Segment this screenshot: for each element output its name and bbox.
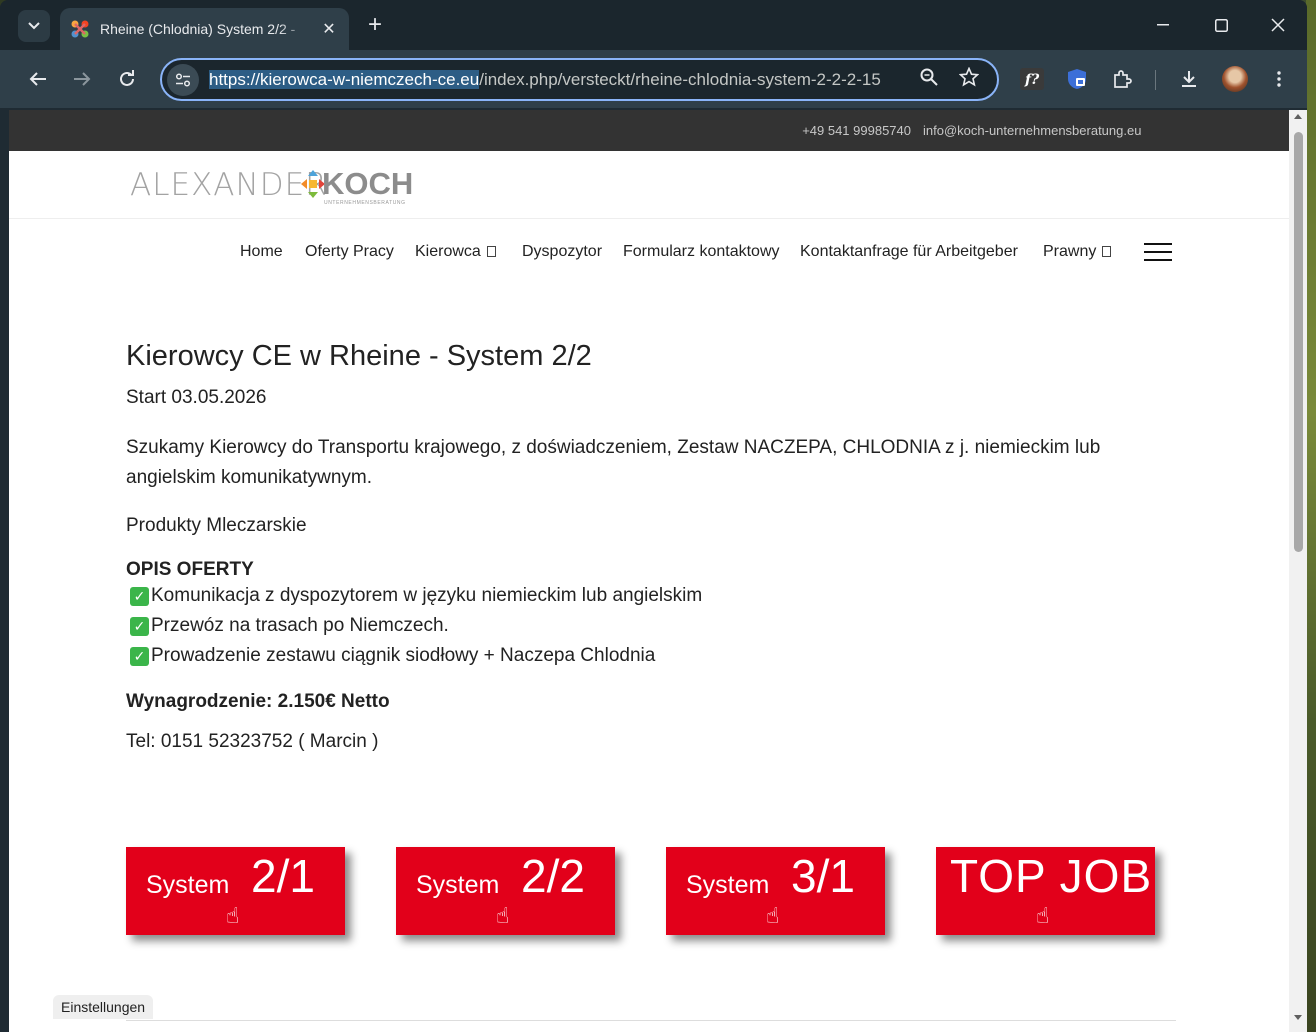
nav-item-dyspozytor[interactable]: Dyspozytor bbox=[522, 243, 602, 261]
offer-item-text: Prowadzenie zestawu ciągnik siodłowy + N… bbox=[151, 645, 656, 666]
zoom-icon[interactable] bbox=[909, 68, 949, 91]
logo-subtitle: UNTERNEHMENSBERATUNG bbox=[324, 200, 406, 206]
close-window-button[interactable] bbox=[1255, 10, 1301, 40]
check-mark-icon: ✓ bbox=[130, 646, 149, 666]
contact-phone: Tel: 0151 52323752 ( Marcin ) bbox=[126, 731, 379, 752]
offer-heading: OPIS OFERTY bbox=[126, 559, 254, 580]
topbar-email[interactable]: info@koch-unternehmensberatung.eu bbox=[923, 123, 1141, 138]
job-system-links: System 2/1 ☝ System 2/2 ☝ System 3/1 ☝ T… bbox=[126, 847, 1176, 952]
desktop-background-right bbox=[1306, 0, 1316, 1032]
tab-close-icon[interactable]: ✕ bbox=[319, 19, 339, 39]
joomla-favicon-icon bbox=[70, 19, 90, 39]
hamburger-menu-icon[interactable] bbox=[1144, 243, 1172, 261]
nav-item-formularz[interactable]: Formularz kontaktowy bbox=[623, 243, 780, 261]
footer-divider bbox=[126, 1020, 1176, 1021]
nav-item-prawny-label: Prawny bbox=[1043, 243, 1097, 260]
browser-toolbar: https://kierowca-w-niemczech-ce.eu/index… bbox=[0, 50, 1307, 108]
card-big-label: 2/1 bbox=[251, 850, 315, 902]
nav-item-prawny[interactable]: Prawny bbox=[1043, 243, 1112, 261]
nav-item-kierowca[interactable]: Kierowca bbox=[415, 243, 496, 261]
salary-text: Wynagrodzenie: 2.150€ Netto bbox=[126, 691, 390, 712]
pointing-hand-icon: ☝ bbox=[226, 903, 240, 928]
page-scrollbar[interactable] bbox=[1289, 110, 1307, 1032]
forward-button[interactable] bbox=[66, 63, 98, 95]
logo-text-left: ALEXANDER bbox=[130, 167, 328, 203]
back-button[interactable] bbox=[22, 63, 54, 95]
site-topbar: +49 541 99985740 info@koch-unternehmensb… bbox=[9, 110, 1289, 151]
address-bar[interactable]: https://kierowca-w-niemczech-ce.eu/index… bbox=[160, 58, 999, 101]
offer-list-item: ✓ Prowadzenie zestawu ciągnik siodłowy + … bbox=[126, 641, 1176, 671]
minimize-icon bbox=[1157, 24, 1169, 26]
arrow-left-icon bbox=[29, 72, 46, 86]
card-small-label: System bbox=[416, 871, 500, 899]
topbar-phone[interactable]: +49 541 99985740 bbox=[802, 123, 911, 138]
svg-text:f?: f? bbox=[1024, 72, 1040, 88]
system-3-1-card[interactable]: System 3/1 ☝ bbox=[666, 847, 902, 951]
font-extension-icon[interactable]: f? bbox=[1018, 65, 1046, 93]
card-small-label: System bbox=[686, 871, 770, 899]
scroll-thumb[interactable] bbox=[1294, 132, 1303, 552]
nav-item-kierowca-label: Kierowca bbox=[415, 243, 481, 260]
new-tab-button[interactable]: + bbox=[362, 10, 388, 40]
url-domain: https://kierowca-w-niemczech-ce.eu bbox=[209, 69, 480, 89]
system-2-2-card[interactable]: System 2/2 ☝ bbox=[396, 847, 632, 951]
tab-title: Rheine (Chlodnia) System 2/2 - bbox=[100, 21, 296, 37]
offer-list-item: ✓ Komunikacja z dyspozytorem w języku nie… bbox=[126, 581, 1176, 611]
pointing-hand-icon: ☝ bbox=[766, 903, 780, 928]
extensions-puzzle-icon[interactable] bbox=[1108, 65, 1136, 93]
card-big-label: 3/1 bbox=[791, 850, 855, 902]
nav-item-home[interactable]: Home bbox=[240, 243, 283, 261]
top-job-card[interactable]: TOP JOB ☝ bbox=[936, 847, 1172, 951]
nav-item-oferty-pracy[interactable]: Oferty Pracy bbox=[305, 243, 394, 261]
url-path: /index.php/versteckt/rheine-chlodnia-sys… bbox=[479, 69, 881, 89]
start-date: Start 03.05.2026 bbox=[126, 387, 267, 408]
check-mark-icon: ✓ bbox=[130, 616, 149, 636]
chevron-down-icon bbox=[28, 22, 40, 30]
site-header: ALEXANDER KOCH UNTERNEHMENSBERATUNG bbox=[9, 151, 1289, 219]
arrow-right-icon bbox=[74, 72, 91, 86]
privacy-shield-extension-icon[interactable] bbox=[1063, 65, 1091, 93]
pointing-hand-icon: ☝ bbox=[496, 903, 510, 928]
profile-avatar[interactable] bbox=[1222, 66, 1248, 92]
minimize-button[interactable] bbox=[1140, 10, 1186, 40]
products-text: Produkty Mleczarskie bbox=[126, 515, 307, 536]
close-icon bbox=[1271, 18, 1285, 32]
active-tab[interactable]: Rheine (Chlodnia) System 2/2 - ✕ bbox=[60, 8, 349, 50]
scroll-up-arrow-icon[interactable] bbox=[1294, 114, 1302, 119]
logo-text-right: KOCH bbox=[322, 166, 414, 201]
tab-search-button[interactable] bbox=[18, 10, 50, 42]
offer-item-text: Komunikacja z dyspozytorem w języku niem… bbox=[151, 585, 703, 606]
browser-window: Rheine (Chlodnia) System 2/2 - ✕ + https… bbox=[0, 0, 1307, 1032]
card-small-label: System bbox=[146, 871, 230, 899]
site-info-icon[interactable] bbox=[167, 63, 199, 96]
job-description: Szukamy Kierowcy do Transportu krajowego… bbox=[126, 437, 1101, 488]
reload-icon bbox=[120, 70, 134, 86]
article-content: Kierowcy CE w Rheine - System 2/2 Start … bbox=[126, 340, 1176, 753]
offer-item-text: Przewóz na trasach po Niemczech. bbox=[151, 615, 449, 636]
offer-list-item: ✓ Przewóz na trasach po Niemczech. bbox=[126, 611, 1176, 641]
site-logo[interactable]: ALEXANDER KOCH UNTERNEHMENSBERATUNG bbox=[130, 166, 420, 206]
more-menu-icon[interactable] bbox=[1265, 65, 1293, 93]
dropdown-caret-icon bbox=[486, 246, 496, 257]
dropdown-caret-icon bbox=[1102, 246, 1112, 257]
bookmark-star-icon[interactable] bbox=[949, 66, 989, 92]
main-navigation: Home Oferty Pracy Kierowca Dyspozytor Fo… bbox=[9, 219, 1289, 283]
maximize-button[interactable] bbox=[1198, 10, 1244, 40]
pointing-hand-icon: ☝ bbox=[1036, 903, 1050, 928]
page-title: Kierowcy CE w Rheine - System 2/2 bbox=[126, 340, 592, 372]
system-2-1-card[interactable]: System 2/1 ☝ bbox=[126, 847, 362, 951]
card-big-label: TOP JOB bbox=[950, 850, 1153, 902]
page-viewport: +49 541 99985740 info@koch-unternehmensb… bbox=[9, 110, 1289, 1032]
toolbar-separator bbox=[1155, 70, 1156, 90]
reload-button[interactable] bbox=[111, 63, 143, 95]
scroll-down-arrow-icon[interactable] bbox=[1294, 1015, 1302, 1020]
download-icon[interactable] bbox=[1175, 65, 1203, 93]
cookie-settings-button[interactable]: Einstellungen bbox=[53, 995, 154, 1019]
maximize-icon bbox=[1214, 18, 1228, 32]
tab-strip: Rheine (Chlodnia) System 2/2 - ✕ + bbox=[0, 0, 1307, 50]
card-big-label: 2/2 bbox=[521, 850, 585, 902]
nav-item-kontaktanfrage[interactable]: Kontaktanfrage für Arbeitgeber bbox=[800, 243, 1018, 261]
check-mark-icon: ✓ bbox=[130, 586, 149, 606]
url-text[interactable]: https://kierowca-w-niemczech-ce.eu/index… bbox=[209, 69, 909, 90]
